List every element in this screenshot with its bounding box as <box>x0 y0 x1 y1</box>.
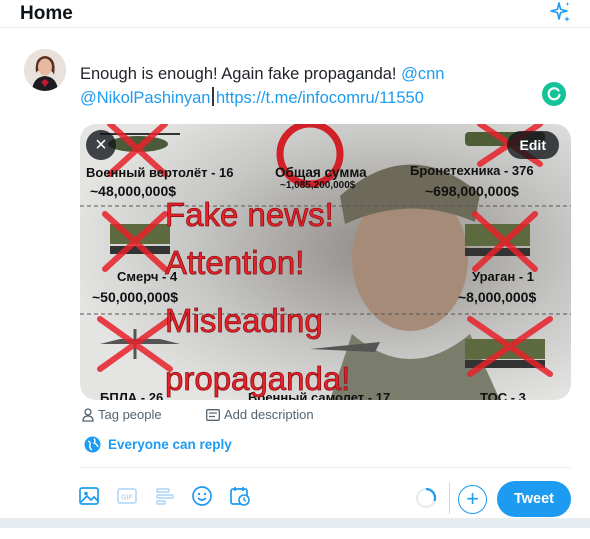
sparkle-icon[interactable] <box>548 0 572 24</box>
overlay-fake-news: Fake news! <box>165 196 334 233</box>
grammarly-icon[interactable] <box>541 81 567 107</box>
media-attachment[interactable]: Военный вертолёт - 16 ~48,000,000$ Общая… <box>80 124 571 400</box>
remove-media-button[interactable]: × <box>86 130 116 160</box>
label-armor: Бронетехника - 376 <box>410 163 534 178</box>
tag-people-label: Tag people <box>98 407 162 422</box>
overlay-attention: Attention! <box>165 244 304 281</box>
gif-icon[interactable]: GIF <box>116 485 138 507</box>
reply-setting-button[interactable]: Everyone can reply <box>84 436 232 453</box>
tweet-link[interactable]: https://t.me/infocomru/11550 <box>216 89 424 107</box>
divider <box>80 467 571 468</box>
mention-pashinyan[interactable]: @NikolPashinyan <box>80 89 210 107</box>
page-title: Home <box>20 3 73 24</box>
label-uragan: Ураган - 1 <box>472 269 534 284</box>
media-icon[interactable] <box>78 485 100 507</box>
gif-label: GIF <box>121 495 133 502</box>
character-count-ring <box>415 487 437 509</box>
label-total: Общая сумма <box>275 165 367 180</box>
tweet-button[interactable]: Tweet <box>497 481 571 517</box>
schedule-icon[interactable] <box>229 485 251 507</box>
page-header: Home <box>0 0 590 28</box>
emoji-icon[interactable] <box>191 485 213 507</box>
person-icon <box>82 407 94 422</box>
tweet-text-input[interactable]: Enough is enough! Again fake propaganda!… <box>80 62 550 110</box>
tag-people-action[interactable]: Tag people <box>82 407 162 422</box>
overlay-misleading: Misleading <box>165 302 323 339</box>
add-tweet-button[interactable]: + <box>458 485 487 514</box>
poll-icon[interactable] <box>154 485 176 507</box>
tweet-composer: Enough is enough! Again fake propaganda!… <box>0 40 590 528</box>
add-description-action[interactable]: Add description <box>206 407 314 422</box>
reply-setting-label: Everyone can reply <box>108 437 232 452</box>
toolbar-separator <box>449 482 450 514</box>
label-total-cost: ~1,085,200,000$ <box>280 180 356 191</box>
mention-cnn[interactable]: @cnn <box>401 65 444 83</box>
edit-media-button[interactable]: Edit <box>506 131 559 159</box>
tweet-text-body: Enough is enough! Again fake propaganda! <box>80 65 397 83</box>
label-helicopter: Военный вертолёт - 16 <box>86 165 233 180</box>
label-helicopter-cost: ~48,000,000$ <box>90 183 176 199</box>
label-uav: БПЛА - 26 <box>100 390 163 400</box>
avatar[interactable] <box>24 49 66 91</box>
add-description-label: Add description <box>224 407 314 422</box>
text-caret <box>212 87 214 106</box>
globe-icon <box>84 436 101 453</box>
label-tos: ТОС - 3 <box>480 390 526 400</box>
label-uragan-cost: ~8,000,000$ <box>458 289 536 305</box>
overlay-propaganda: propaganda! <box>165 360 350 397</box>
label-armor-cost: ~698,000,000$ <box>425 183 519 199</box>
attached-image: Военный вертолёт - 16 ~48,000,000$ Общая… <box>80 124 571 400</box>
description-icon <box>206 408 220 421</box>
